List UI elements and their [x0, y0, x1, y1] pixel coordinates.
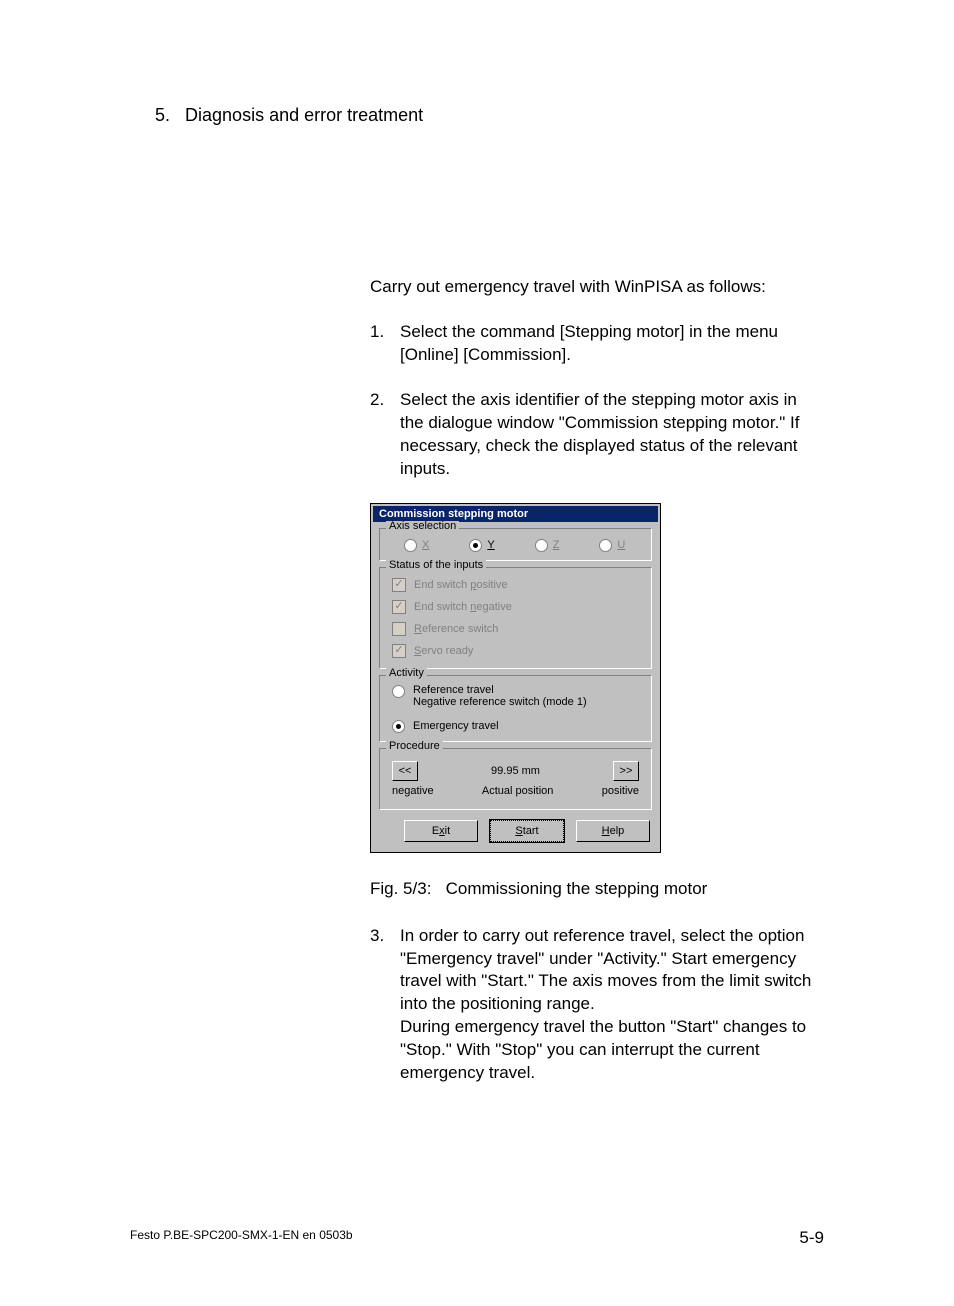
axis-radio-row: X Y Z U [386, 535, 645, 554]
activity-label: Reference travel [413, 684, 587, 696]
activity-group: Activity Reference travel Negative refer… [379, 675, 652, 742]
intro-paragraph: Carry out emergency travel with WinPISA … [370, 276, 824, 299]
footer-doc-id: Festo P.BE-SPC200-SMX-1-EN en 0503b [130, 1228, 353, 1248]
chapter-number: 5. [155, 105, 170, 125]
axis-u-label: U [617, 539, 625, 551]
chapter-title: Diagnosis and error treatment [185, 105, 423, 125]
checkmark-icon: ✓ [394, 645, 403, 656]
content-block-after: 3. In order to carry out reference trave… [370, 925, 824, 1086]
step-text: Select the command [Stepping motor] in t… [400, 321, 824, 367]
reference-travel-radio[interactable]: Reference travel Negative reference swit… [386, 682, 645, 710]
content-block: Carry out emergency travel with WinPISA … [370, 276, 824, 481]
step-3: 3. In order to carry out reference trave… [370, 925, 824, 1086]
status-inputs-group: Status of the inputs ✓ End switch positi… [379, 567, 652, 669]
axis-selection-group: Axis selection X Y Z U [379, 528, 652, 561]
axis-x-radio[interactable]: X [404, 539, 429, 552]
activity-subtitle: Negative reference switch (mode 1) [413, 696, 587, 708]
checkbox-label: End switch negative [414, 601, 512, 613]
servo-ready-checkbox: ✓ Servo ready [386, 640, 645, 662]
step-text: In order to carry out reference travel, … [400, 925, 824, 1086]
axis-y-label: Y [487, 539, 494, 551]
start-button[interactable]: Start [490, 820, 564, 842]
positive-label: positive [602, 785, 639, 797]
caption-text: Commissioning the stepping motor [446, 879, 708, 898]
instruction-list: 1. Select the command [Stepping motor] i… [370, 321, 824, 481]
caption-label: Fig. 5/3: [370, 879, 431, 898]
help-button[interactable]: Help [576, 820, 650, 842]
jog-positive-button[interactable]: >> [613, 761, 639, 781]
axis-u-radio[interactable]: U [599, 539, 625, 552]
reference-switch-checkbox: Reference switch [386, 618, 645, 640]
axis-z-radio[interactable]: Z [535, 539, 560, 552]
emergency-travel-radio[interactable]: Emergency travel [386, 718, 645, 735]
instruction-list-cont: 3. In order to carry out reference trave… [370, 925, 824, 1086]
group-label: Axis selection [386, 521, 459, 532]
end-switch-negative-checkbox: ✓ End switch negative [386, 596, 645, 618]
document-page: 5. Diagnosis and error treatment Carry o… [0, 0, 954, 1306]
checkmark-icon: ✓ [394, 579, 403, 590]
activity-label: Emergency travel [413, 720, 499, 732]
step-number: 2. [370, 389, 400, 481]
step-2: 2. Select the axis identifier of the ste… [370, 389, 824, 481]
checkbox-label: End switch positive [414, 579, 508, 591]
negative-label: negative [392, 785, 434, 797]
group-label: Activity [386, 668, 427, 679]
end-switch-positive-checkbox: ✓ End switch positive [386, 574, 645, 596]
step-number: 3. [370, 925, 400, 1086]
axis-x-label: X [422, 539, 429, 551]
step-text: Select the axis identifier of the steppi… [400, 389, 824, 481]
axis-z-label: Z [553, 539, 560, 551]
page-footer: Festo P.BE-SPC200-SMX-1-EN en 0503b 5-9 [130, 1228, 824, 1248]
jog-negative-button[interactable]: << [392, 761, 418, 781]
exit-button[interactable]: Exit [404, 820, 478, 842]
footer-page-number: 5-9 [799, 1228, 824, 1248]
checkmark-icon: ✓ [394, 601, 403, 612]
axis-y-radio[interactable]: Y [469, 539, 494, 552]
checkbox-label: Servo ready [414, 645, 473, 657]
commission-dialog: Commission stepping motor Axis selection… [370, 503, 661, 853]
procedure-group: Procedure << 99.95 mm >> negative Actual… [379, 748, 652, 810]
group-label: Status of the inputs [386, 560, 486, 571]
step-number: 1. [370, 321, 400, 367]
group-label: Procedure [386, 741, 443, 752]
figure-caption: Fig. 5/3: Commissioning the stepping mot… [370, 879, 824, 899]
checkbox-label: Reference switch [414, 623, 498, 635]
step-1: 1. Select the command [Stepping motor] i… [370, 321, 824, 367]
actual-position-label: Actual position [482, 785, 554, 797]
chapter-heading: 5. Diagnosis and error treatment [155, 105, 824, 126]
dialog-button-row: Exit Start Help [373, 814, 658, 850]
actual-position-value: 99.95 mm [491, 765, 540, 777]
